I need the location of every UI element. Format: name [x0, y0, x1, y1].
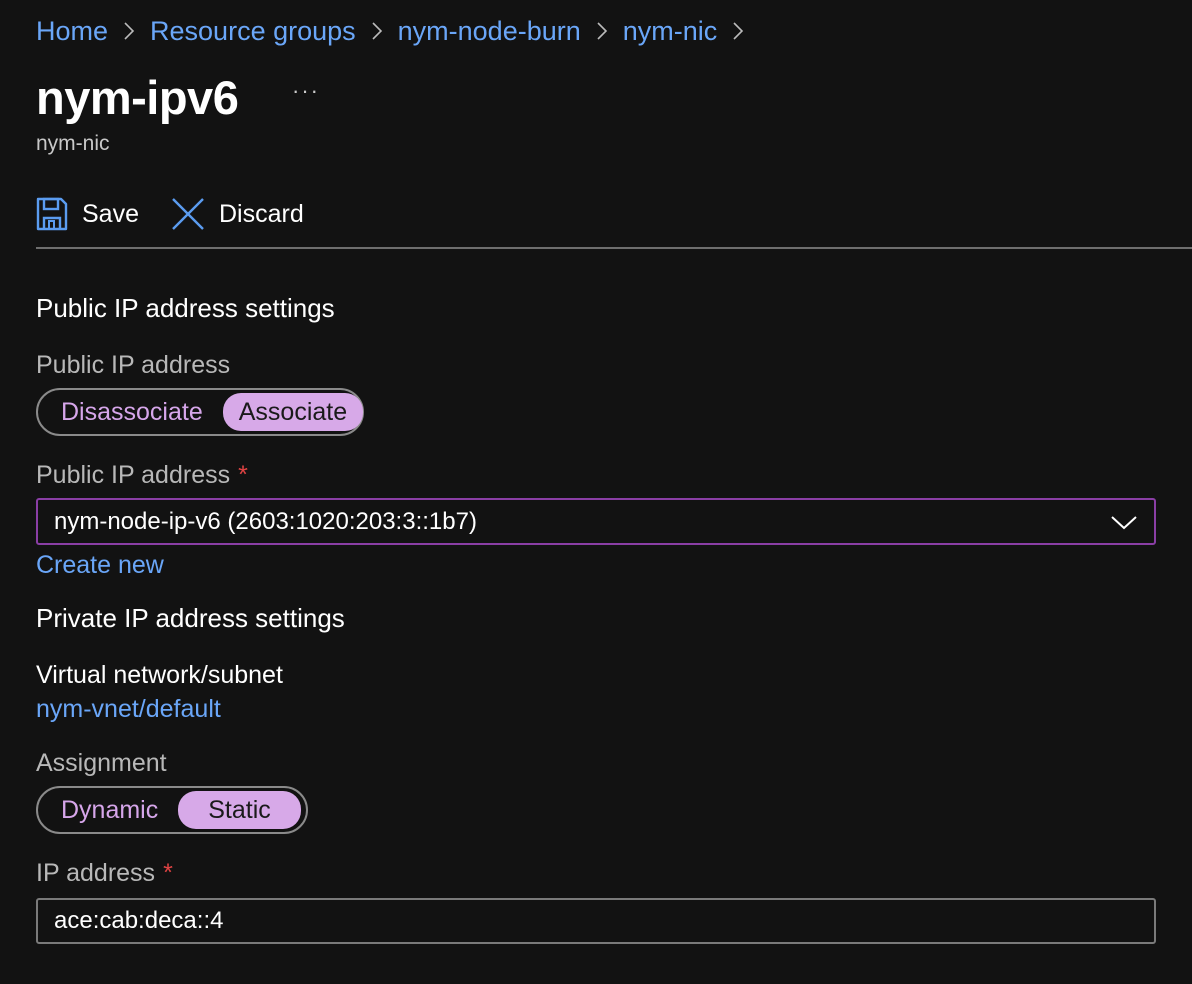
save-label: Save — [82, 199, 139, 228]
public-ip-dropdown-value: nym-node-ip-v6 (2603:1020:203:3::1b7) — [54, 507, 477, 535]
close-icon — [172, 198, 204, 230]
public-ip-select-label: Public IP address * — [36, 459, 248, 491]
discard-button[interactable]: Discard — [171, 197, 304, 231]
chevron-right-icon — [370, 20, 384, 42]
floppy-disk-icon — [36, 197, 68, 231]
assignment-label: Assignment — [36, 749, 167, 777]
chevron-right-icon — [595, 20, 609, 42]
vnet-subnet-label: Virtual network/subnet — [36, 661, 283, 689]
disassociate-option[interactable]: Disassociate — [41, 393, 223, 431]
breadcrumb: Home Resource groups nym-node-burn nym-n… — [36, 12, 759, 50]
associate-option[interactable]: Associate — [222, 393, 364, 431]
breadcrumb-resource-groups[interactable]: Resource groups — [150, 12, 356, 50]
public-ip-select-label-text: Public IP address — [36, 461, 231, 489]
dynamic-option[interactable]: Dynamic — [41, 791, 178, 829]
ip-address-input[interactable] — [36, 898, 1156, 944]
toolbar-divider — [36, 247, 1192, 249]
vnet-subnet-link[interactable]: nym-vnet/default — [36, 693, 221, 725]
public-ip-association-toggle: Disassociate Associate — [36, 388, 364, 436]
breadcrumb-nic[interactable]: nym-nic — [623, 12, 718, 50]
create-new-link[interactable]: Create new — [36, 549, 164, 581]
toolbar: Save Discard — [36, 190, 336, 238]
chevron-right-icon — [122, 20, 136, 42]
page-subtitle: nym-nic — [36, 132, 110, 155]
required-indicator: * — [238, 461, 248, 489]
required-indicator: * — [163, 859, 173, 887]
public-ip-toggle-label: Public IP address — [36, 351, 231, 379]
public-ip-section-title: Public IP address settings — [36, 293, 335, 323]
chevron-down-icon — [1111, 516, 1137, 530]
assignment-toggle: Dynamic Static — [36, 786, 308, 834]
discard-label: Discard — [218, 199, 304, 228]
static-option[interactable]: Static — [178, 791, 301, 829]
private-ip-section-title: Private IP address settings — [36, 603, 345, 633]
save-button[interactable]: Save — [36, 197, 139, 231]
ip-address-label-text: IP address — [36, 859, 156, 887]
chevron-right-icon — [731, 20, 745, 42]
breadcrumb-resource-group[interactable]: nym-node-burn — [398, 12, 581, 50]
page-title: nym-ipv6 — [36, 71, 239, 124]
public-ip-dropdown[interactable]: nym-node-ip-v6 (2603:1020:203:3::1b7) — [36, 498, 1156, 545]
ip-address-label: IP address * — [36, 857, 173, 889]
breadcrumb-home[interactable]: Home — [36, 12, 108, 50]
more-options-icon[interactable]: ··· — [292, 78, 320, 104]
